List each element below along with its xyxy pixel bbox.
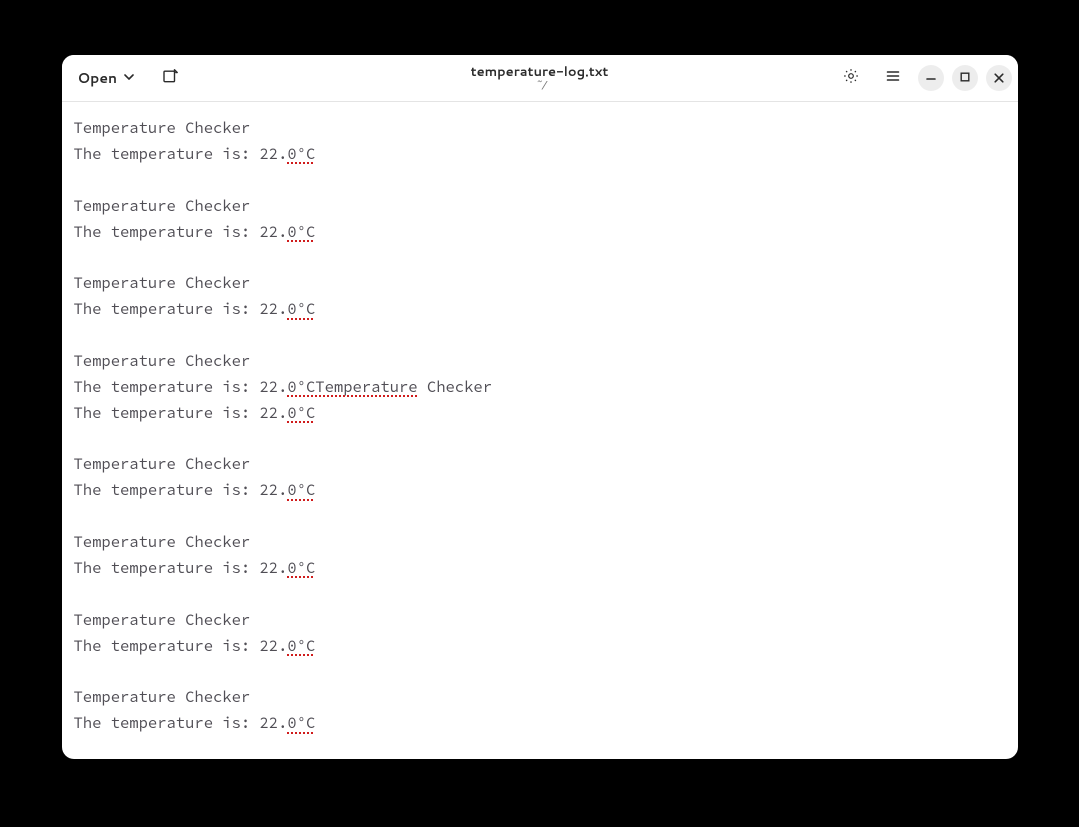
- text-content[interactable]: Temperature CheckerThe temperature is: 2…: [62, 102, 1018, 759]
- text-line: Temperature Checker: [74, 530, 1006, 556]
- text-line: Temperature Checker: [74, 608, 1006, 634]
- text-line: The temperature is: 22.0°C: [74, 711, 1006, 737]
- text-line: [74, 427, 1006, 453]
- titlebar: Open temperature-log.txt ~/: [62, 55, 1018, 102]
- text-line: The temperature is: 22.0°C: [74, 401, 1006, 427]
- text-line: Temperature Checker: [74, 194, 1006, 220]
- new-tab-icon: [162, 67, 178, 90]
- text-line: The temperature is: 22.0°C: [74, 478, 1006, 504]
- maximize-button[interactable]: [952, 65, 978, 91]
- text-line: [74, 504, 1006, 530]
- text-line: Temperature Checker: [74, 271, 1006, 297]
- document-path: ~/: [471, 79, 609, 92]
- chevron-down-icon: [123, 68, 135, 88]
- minimize-icon: [924, 67, 938, 90]
- text-line: The temperature is: 22.0°C: [74, 634, 1006, 660]
- text-line: The temperature is: 22.0°C: [74, 220, 1006, 246]
- gear-icon: [843, 67, 859, 90]
- text-line: Temperature Checker: [74, 452, 1006, 478]
- settings-button[interactable]: [834, 61, 868, 95]
- text-line: [74, 245, 1006, 271]
- new-tab-button[interactable]: [153, 61, 187, 95]
- text-line: The temperature is: 22.0°C: [74, 556, 1006, 582]
- open-button-label: Open: [78, 68, 118, 88]
- hamburger-icon: [885, 67, 901, 90]
- text-line: [74, 168, 1006, 194]
- open-button[interactable]: Open: [68, 62, 144, 94]
- editor-window: Open temperature-log.txt ~/: [62, 55, 1018, 759]
- text-line: Temperature Checker: [74, 349, 1006, 375]
- text-line: Temperature Checker: [74, 685, 1006, 711]
- titlebar-left: Open: [68, 61, 188, 95]
- titlebar-right: [834, 61, 1012, 95]
- close-icon: [993, 67, 1005, 90]
- minimize-button[interactable]: [918, 65, 944, 91]
- titlebar-center: temperature-log.txt ~/: [471, 65, 609, 92]
- text-line: The temperature is: 22.0°CTemperature Ch…: [74, 375, 1006, 401]
- text-line: [74, 659, 1006, 685]
- text-line: [74, 323, 1006, 349]
- maximize-icon: [958, 67, 972, 90]
- text-line: The temperature is: 22.0°C: [74, 297, 1006, 323]
- text-line: The temperature is: 22.0°C: [74, 142, 1006, 168]
- close-button[interactable]: [986, 65, 1012, 91]
- text-line: Temperature Checker: [74, 116, 1006, 142]
- menu-button[interactable]: [876, 61, 910, 95]
- text-line: [74, 582, 1006, 608]
